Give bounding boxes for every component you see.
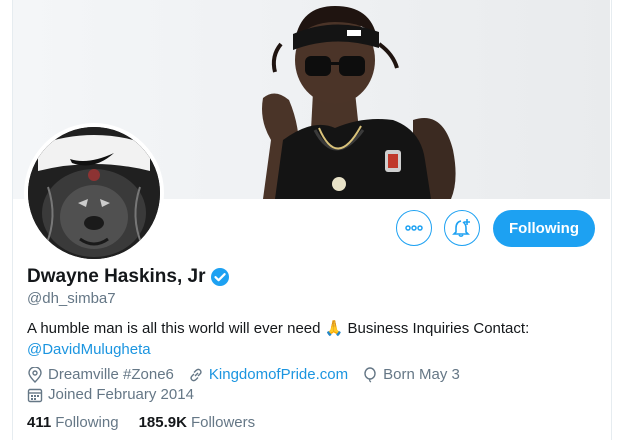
- link-icon: [190, 368, 202, 381]
- location-text: Dreamville #Zone6: [48, 366, 174, 383]
- more-dots-icon: [405, 225, 423, 231]
- joined-text: Joined February 2014: [48, 386, 194, 403]
- location-pin-icon: [28, 366, 42, 383]
- profile-name: Dwayne Haskins, Jr: [27, 266, 206, 287]
- verified-badge-icon: [210, 267, 230, 287]
- following-label: Following: [55, 414, 119, 431]
- following-stat-link[interactable]: 411 Following: [27, 414, 119, 431]
- followers-label: Followers: [190, 414, 256, 431]
- follow-stats: 411 Following 185.9K Followers: [27, 414, 275, 431]
- profile-handle: @dh_simba7: [27, 290, 116, 307]
- more-options-button[interactable]: [396, 210, 432, 246]
- joined-row: Joined February 2014: [27, 386, 208, 403]
- followers-count: 185.9K: [138, 414, 187, 431]
- lion-avatar-image: [28, 127, 160, 259]
- profile-page: Following Dwayne Haskins, Jr @dh_simba7 …: [0, 0, 620, 440]
- website-link[interactable]: KingdomofPride.com: [209, 366, 348, 383]
- balloon-icon: [364, 366, 376, 383]
- profile-name-row: Dwayne Haskins, Jr: [27, 266, 230, 288]
- calendar-icon: [27, 388, 43, 402]
- profile-meta-row: Dreamville #Zone6 KingdomofPride.com Bor…: [27, 366, 474, 383]
- followers-stat-link[interactable]: 185.9K Followers: [139, 414, 256, 431]
- website-item: KingdomofPride.com: [188, 366, 348, 383]
- location-item: Dreamville #Zone6: [27, 366, 174, 383]
- notifications-button[interactable]: [444, 210, 480, 246]
- following-button[interactable]: Following: [493, 210, 595, 247]
- joined-item: Joined February 2014: [27, 386, 194, 403]
- bell-plus-icon: [452, 219, 470, 238]
- birthday-text: Born May 3: [383, 366, 460, 383]
- profile-avatar[interactable]: [24, 123, 164, 263]
- birthday-item: Born May 3: [362, 366, 460, 383]
- bio-text: A humble man is all this world will ever…: [27, 320, 530, 337]
- following-count: 411: [27, 414, 52, 431]
- profile-bio: A humble man is all this world will ever…: [27, 318, 587, 360]
- bio-mention-link[interactable]: @DavidMulugheta: [27, 341, 151, 358]
